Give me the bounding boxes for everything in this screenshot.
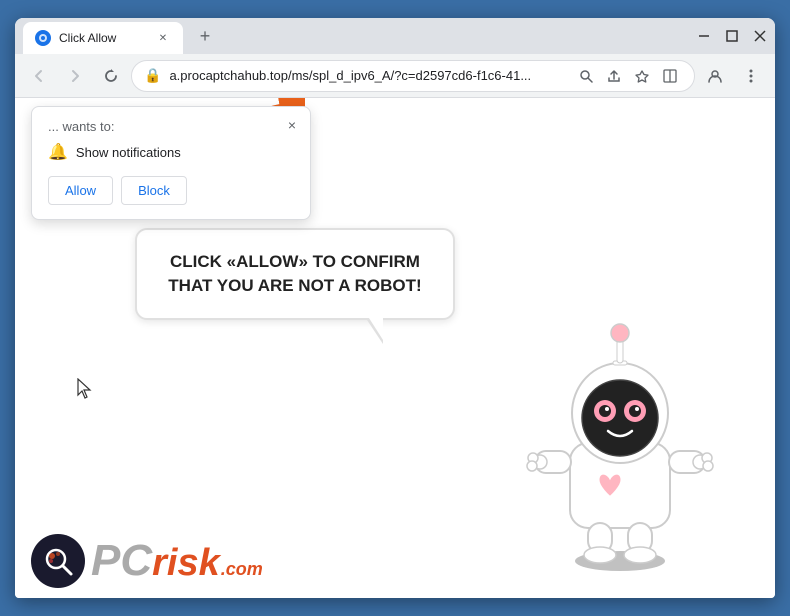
address-icons [574, 64, 682, 88]
profile-button[interactable] [699, 60, 731, 92]
tab-title: Click Allow [59, 31, 147, 45]
share-button[interactable] [602, 64, 626, 88]
headline-text: CLICK «ALLOW» TO CONFIRM THAT YOU ARE NO… [168, 252, 421, 295]
navbar: 🔒 a.procaptchahub.top/ms/spl_d_ipv6_A/?c… [15, 54, 775, 98]
bookmark-icon [635, 69, 649, 83]
reload-button[interactable] [95, 60, 127, 92]
split-view-button[interactable] [658, 64, 682, 88]
search-lens-button[interactable] [574, 64, 598, 88]
popup-close-button[interactable]: × [282, 115, 302, 135]
block-button[interactable]: Block [121, 176, 187, 205]
maximize-icon [725, 29, 739, 43]
share-icon [607, 69, 621, 83]
pcrisk-logo: PC risk .com [31, 534, 263, 588]
search-icon [579, 69, 593, 83]
speech-bubble: CLICK «ALLOW» TO CONFIRM THAT YOU ARE NO… [135, 228, 455, 320]
window-controls [697, 29, 767, 43]
bookmark-button[interactable] [630, 64, 654, 88]
notification-row: 🔔 Show notifications [48, 142, 294, 162]
tab-close-button[interactable]: ✕ [155, 30, 171, 46]
speech-bubble-container: CLICK «ALLOW» TO CONFIRM THAT YOU ARE NO… [135, 228, 455, 344]
forward-icon [67, 68, 83, 84]
speech-bubble-tail [367, 320, 383, 344]
menu-button[interactable] [735, 60, 767, 92]
menu-dots-icon [749, 68, 753, 84]
pc-text: PC [91, 539, 152, 583]
pcrisk-search-icon [31, 534, 85, 588]
bell-icon: 🔔 [48, 142, 68, 162]
mouse-cursor [77, 378, 95, 405]
address-bar[interactable]: 🔒 a.procaptchahub.top/ms/spl_d_ipv6_A/?c… [131, 60, 695, 92]
close-icon[interactable] [753, 29, 767, 43]
url-text: a.procaptchahub.top/ms/spl_d_ipv6_A/?c=d… [169, 68, 566, 83]
forward-button[interactable] [59, 60, 91, 92]
robot-svg [525, 283, 715, 573]
allow-button[interactable]: Allow [48, 176, 113, 205]
robot-image [525, 283, 715, 578]
magnifier-icon [42, 545, 74, 577]
titlebar: Click Allow ✕ + [15, 18, 775, 54]
back-button[interactable] [23, 60, 55, 92]
profile-icon [707, 68, 723, 84]
split-icon [663, 69, 677, 83]
risk-text: risk [152, 544, 220, 582]
lock-icon: 🔒 [144, 67, 161, 84]
pcrisk-text-container: PC risk .com [91, 539, 263, 583]
back-icon [31, 68, 47, 84]
minimize-icon [697, 29, 711, 43]
popup-wants-text: ... wants to: [48, 119, 294, 134]
notification-popup: × ... wants to: 🔔 Show notifications All… [31, 106, 311, 220]
tab-favicon [35, 30, 51, 46]
browser-window: Click Allow ✕ + 🔒 a.procaptchahub.top/ms… [15, 18, 775, 598]
dotcom-text: .com [221, 559, 263, 580]
browser-tab[interactable]: Click Allow ✕ [23, 22, 183, 54]
notification-label: Show notifications [76, 145, 181, 160]
cursor-svg [77, 378, 95, 400]
popup-buttons: Allow Block [48, 176, 294, 205]
page-content: × ... wants to: 🔔 Show notifications All… [15, 98, 775, 598]
new-tab-button[interactable]: + [191, 22, 219, 50]
reload-icon [103, 68, 119, 84]
